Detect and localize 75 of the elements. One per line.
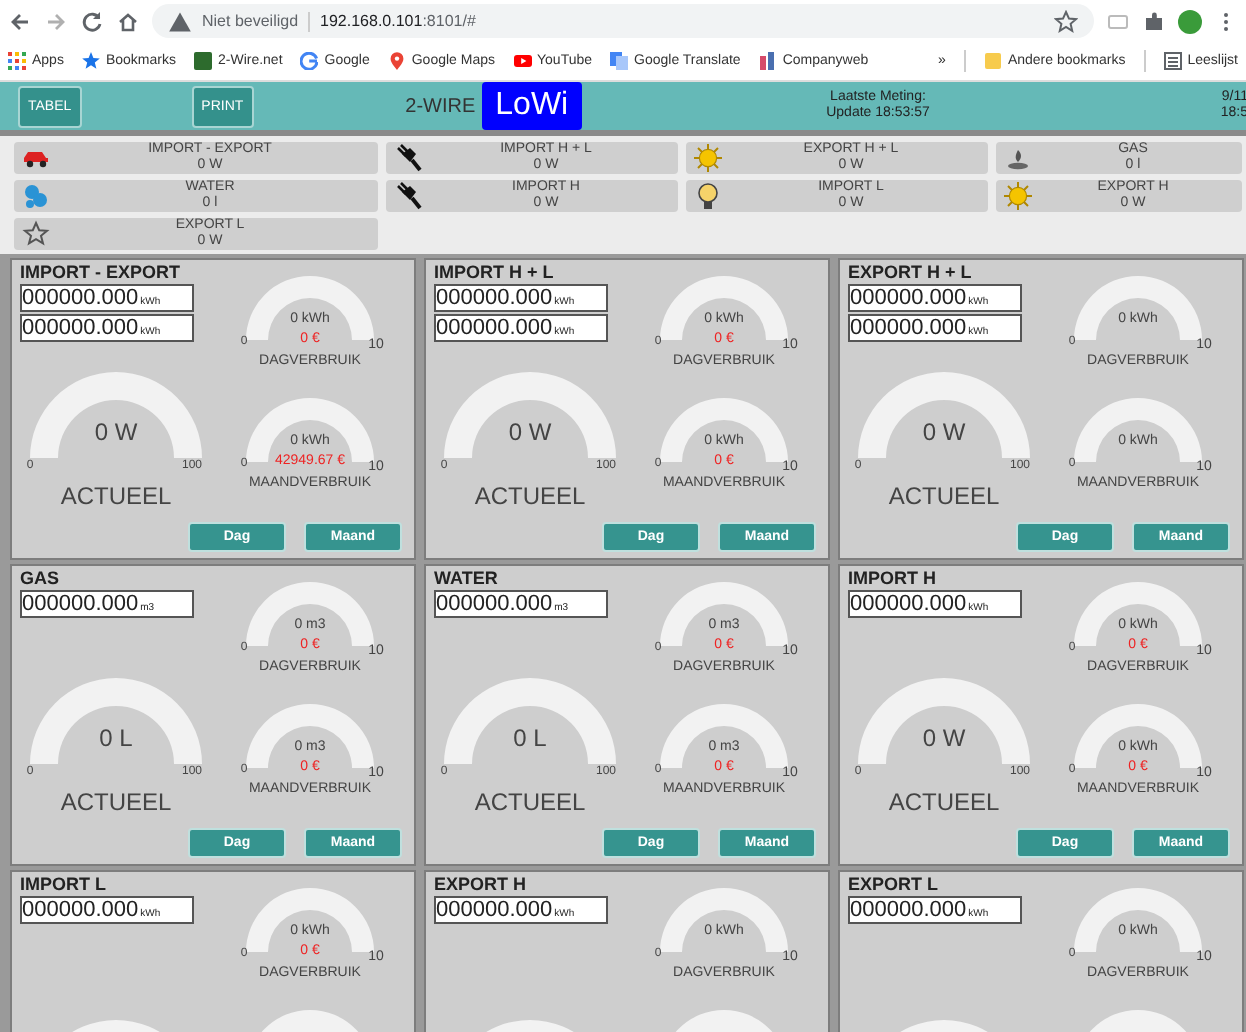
gauge-label: ACTUEEL bbox=[474, 484, 586, 508]
star-outline-icon bbox=[22, 220, 50, 248]
counter-value: 000000.000 bbox=[22, 592, 139, 616]
gauge-arc bbox=[246, 582, 374, 646]
card-title: IMPORT - EXPORT bbox=[20, 262, 183, 282]
card-title: IMPORT L bbox=[20, 874, 108, 894]
square-icon bbox=[193, 52, 212, 70]
gauge-reading: 0 W bbox=[508, 420, 552, 444]
brand-text: 2-WIRE bbox=[405, 95, 476, 117]
card-title: EXPORT H bbox=[434, 874, 529, 894]
card-title: IMPORT H + L bbox=[434, 262, 556, 282]
gauge-arc bbox=[660, 704, 788, 768]
security-label: Niet beveiligd bbox=[202, 12, 299, 30]
gauge-arc bbox=[1074, 582, 1202, 646]
logo-badge: LoWi bbox=[481, 82, 583, 130]
card-title: GAS bbox=[20, 568, 62, 588]
gauge-reading: 0 W bbox=[94, 420, 138, 444]
profile-avatar[interactable] bbox=[1178, 9, 1202, 33]
counter-value: 000000.000 bbox=[850, 898, 967, 922]
counter-value: 000000.000 bbox=[22, 898, 139, 922]
counter-value: 000000.000 bbox=[436, 898, 553, 922]
counter-value: 000000.000 bbox=[850, 316, 967, 340]
gauge-arc bbox=[660, 582, 788, 646]
gauge-arc bbox=[1074, 704, 1202, 768]
counter-value: 000000.000 bbox=[850, 592, 967, 616]
gauge-arc bbox=[1074, 888, 1202, 952]
gauge-arc bbox=[246, 888, 374, 952]
back-arrow-icon[interactable] bbox=[8, 9, 32, 33]
gauge-reading: 0 L bbox=[99, 726, 133, 750]
gauge-label: ACTUEEL bbox=[888, 790, 1000, 814]
puzzle-icon[interactable] bbox=[1142, 9, 1166, 33]
gauge-reading: 0 W bbox=[922, 726, 966, 750]
counter-value: 000000.000 bbox=[22, 286, 139, 310]
light-bulb-icon bbox=[694, 182, 722, 210]
gauge-reading: 0 L bbox=[513, 726, 547, 750]
counter-value: 000000.000 bbox=[436, 316, 553, 340]
play-icon bbox=[513, 52, 531, 70]
card-title: EXPORT H + L bbox=[848, 262, 974, 282]
warning-icon bbox=[168, 9, 192, 33]
folder-icon bbox=[983, 52, 1002, 70]
plug-icon bbox=[394, 182, 422, 210]
list-icon bbox=[1163, 52, 1182, 70]
counter-value: 000000.000 bbox=[22, 316, 139, 340]
home-icon[interactable] bbox=[116, 9, 140, 33]
url-text: 192.168.0.101:8101/# bbox=[320, 12, 476, 30]
gauge-arc bbox=[660, 276, 788, 340]
counter-value: 000000.000 bbox=[436, 286, 553, 310]
gauge-arc bbox=[660, 398, 788, 462]
address-bar[interactable]: Niet beveiligd 192.168.0.101:8101/# bbox=[152, 4, 1094, 38]
water-drops-icon bbox=[22, 182, 50, 210]
counter-value: 000000.000 bbox=[850, 286, 967, 310]
apps-grid-icon bbox=[8, 52, 26, 70]
reload-icon[interactable] bbox=[80, 9, 104, 33]
gauge-arc bbox=[660, 888, 788, 952]
gauge-label: ACTUEEL bbox=[60, 484, 172, 508]
g-letter-icon bbox=[300, 52, 319, 70]
star-icon bbox=[81, 52, 100, 70]
gauge-arc bbox=[246, 276, 374, 340]
sun-icon bbox=[1004, 182, 1032, 210]
sun-icon bbox=[694, 144, 722, 172]
gauge-arc bbox=[246, 704, 374, 768]
card-title: WATER bbox=[434, 568, 500, 588]
card-title: EXPORT L bbox=[848, 874, 941, 894]
counter-value: 000000.000 bbox=[436, 592, 553, 616]
gauge-label: ACTUEEL bbox=[888, 484, 1000, 508]
card-title: IMPORT H bbox=[848, 568, 938, 588]
gauge-arc bbox=[246, 398, 374, 462]
bookmark-star-icon[interactable] bbox=[1054, 9, 1078, 33]
gauge-arc bbox=[1074, 398, 1202, 462]
gauge-label: ACTUEEL bbox=[474, 790, 586, 814]
gauge-reading: 0 W bbox=[922, 420, 966, 444]
gauge-arc bbox=[1074, 276, 1202, 340]
map-pin-icon bbox=[387, 52, 406, 70]
gauge-label: ACTUEEL bbox=[60, 790, 172, 814]
plug-icon bbox=[394, 144, 422, 172]
